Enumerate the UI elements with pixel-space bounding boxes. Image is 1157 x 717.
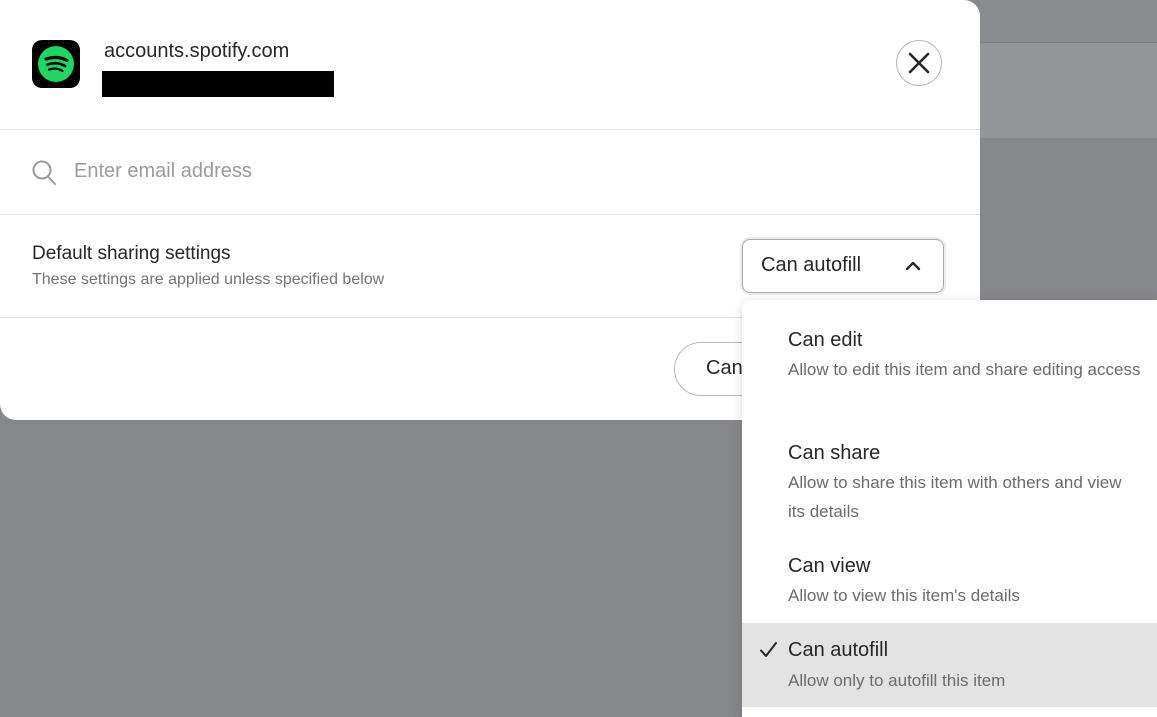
option-description: Allow to view this item's details <box>788 586 1020 605</box>
background-app-strip <box>980 0 1157 43</box>
close-icon <box>908 52 930 74</box>
option-description: Allow to share this item with others and… <box>788 473 1122 521</box>
settings-title: Default sharing settings <box>32 243 231 264</box>
email-search-row <box>0 130 980 215</box>
background-app-panel <box>980 43 1157 138</box>
option-can-view[interactable]: Can view Allow to view this item's detai… <box>742 526 1157 623</box>
search-icon <box>32 160 56 185</box>
option-description: Allow only to autofill this item <box>788 671 1006 690</box>
permission-select[interactable]: Can autofill <box>742 239 944 293</box>
option-can-autofill[interactable]: Can autofill Allow only to autofill this… <box>742 623 1157 707</box>
permission-dropdown-menu: Can edit Allow to edit this item and sha… <box>742 300 1157 717</box>
check-icon <box>760 642 777 657</box>
chevron-up-icon <box>905 261 921 271</box>
close-button[interactable] <box>896 40 942 86</box>
spotify-logo-icon <box>32 40 80 88</box>
email-search-input[interactable] <box>74 156 674 186</box>
settings-subtitle: These settings are applied unless specif… <box>32 271 385 288</box>
option-can-share[interactable]: Can share Allow to share this item with … <box>742 413 1157 526</box>
option-title: Can share <box>788 442 881 464</box>
option-title: Can view <box>788 555 871 577</box>
cancel-button-label: Can <box>706 357 743 379</box>
option-title: Can autofill <box>788 639 889 661</box>
permission-select-value: Can autofill <box>761 254 862 276</box>
option-title: Can edit <box>788 329 863 351</box>
redacted-username <box>102 71 334 97</box>
option-description: Allow to edit this item and share editin… <box>788 360 1141 379</box>
site-name: accounts.spotify.com <box>104 40 290 62</box>
dialog-header: accounts.spotify.com <box>0 0 980 130</box>
option-can-edit[interactable]: Can edit Allow to edit this item and sha… <box>742 300 1157 413</box>
